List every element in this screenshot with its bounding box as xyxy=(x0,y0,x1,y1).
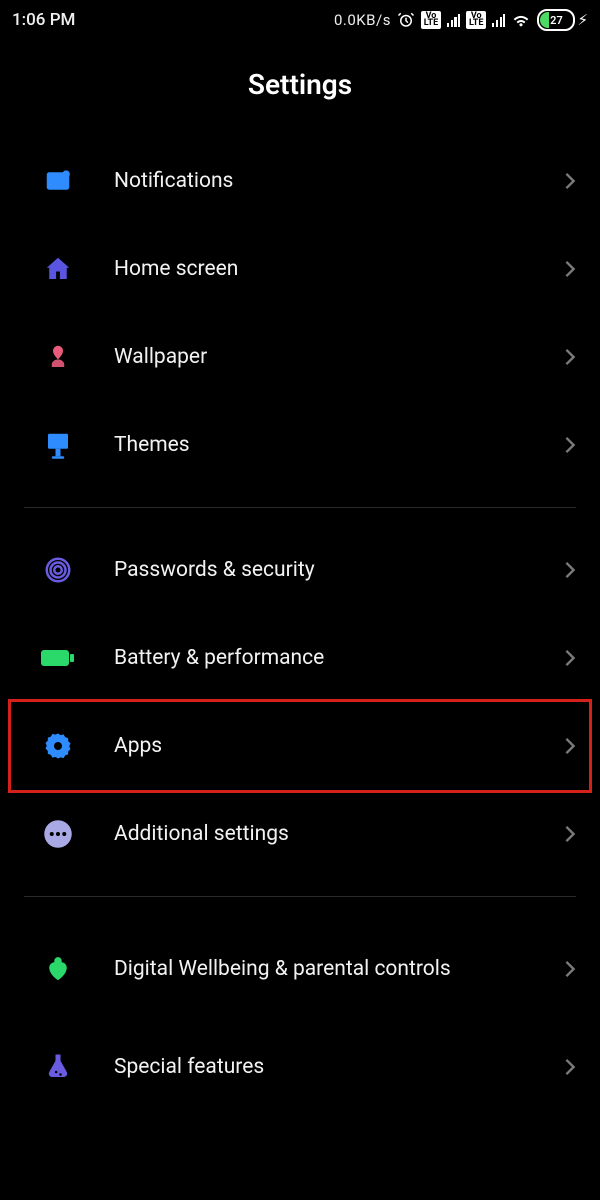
chevron-right-icon xyxy=(564,560,576,580)
settings-group: Digital Wellbeing & parental controls Sp… xyxy=(0,915,600,1111)
volte-icon-2: VoLTE xyxy=(466,11,486,29)
net-speed: 0.0KB/s xyxy=(334,11,391,29)
chevron-right-icon xyxy=(564,259,576,279)
settings-item-label: Themes xyxy=(76,432,564,458)
themes-icon xyxy=(40,427,76,463)
settings-item-label: Battery & performance xyxy=(76,645,564,671)
settings-item-label: Notifications xyxy=(76,168,564,194)
settings-item-special-features[interactable]: Special features xyxy=(0,1023,600,1111)
settings-group: Notifications Home screen Wallpaper Them… xyxy=(0,137,600,489)
settings-item-label: Home screen xyxy=(76,256,564,282)
status-bar: 1:06 PM 0.0KB/s VoLTE VoLTE 27 ⚡︎ xyxy=(0,0,600,40)
chevron-right-icon xyxy=(564,347,576,367)
chevron-right-icon xyxy=(564,171,576,191)
settings-item-additional-settings[interactable]: Additional settings xyxy=(0,790,600,878)
battery-percent: 27 xyxy=(539,14,573,27)
settings-item-label: Apps xyxy=(76,733,564,759)
signal-icon-1 xyxy=(447,13,460,27)
settings-item-label: Additional settings xyxy=(76,821,564,847)
heart-icon xyxy=(40,951,76,987)
charging-icon: ⚡︎ xyxy=(577,11,588,29)
more-icon xyxy=(40,816,76,852)
wallpaper-icon xyxy=(40,339,76,375)
settings-item-apps[interactable]: Apps xyxy=(0,702,600,790)
battery-icon xyxy=(40,640,76,676)
chevron-right-icon xyxy=(564,824,576,844)
clock: 1:06 PM xyxy=(12,10,75,30)
settings-item-label: Special features xyxy=(76,1054,564,1080)
chevron-right-icon xyxy=(564,435,576,455)
volte-icon-1: VoLTE xyxy=(421,11,441,29)
alarm-icon xyxy=(397,11,415,29)
settings-item-label: Passwords & security xyxy=(76,557,564,583)
settings-item-label: Digital Wellbeing & parental controls xyxy=(76,956,564,982)
settings-item-passwords-security[interactable]: Passwords & security xyxy=(0,526,600,614)
wifi-icon xyxy=(511,12,531,28)
chevron-right-icon xyxy=(564,736,576,756)
settings-item-wallpaper[interactable]: Wallpaper xyxy=(0,313,600,401)
settings-item-label: Wallpaper xyxy=(76,344,564,370)
notifications-icon xyxy=(40,163,76,199)
flask-icon xyxy=(40,1049,76,1085)
settings-item-themes[interactable]: Themes xyxy=(0,401,600,489)
settings-item-notifications[interactable]: Notifications xyxy=(0,137,600,225)
fingerprint-icon xyxy=(40,552,76,588)
status-right: 0.0KB/s VoLTE VoLTE 27 ⚡︎ xyxy=(334,9,588,31)
settings-item-battery-performance[interactable]: Battery & performance xyxy=(0,614,600,702)
chevron-right-icon xyxy=(564,1057,576,1077)
gear-icon xyxy=(40,728,76,764)
settings-group: Passwords & security Battery & performan… xyxy=(0,526,600,878)
signal-icon-2 xyxy=(492,13,505,27)
battery-indicator: 27 ⚡︎ xyxy=(537,9,588,31)
settings-item-home-screen[interactable]: Home screen xyxy=(0,225,600,313)
section-divider xyxy=(24,896,576,897)
settings-item-digital-wellbeing[interactable]: Digital Wellbeing & parental controls xyxy=(0,915,600,1023)
page-title: Settings xyxy=(0,40,600,137)
section-divider xyxy=(24,507,576,508)
home-icon xyxy=(40,251,76,287)
chevron-right-icon xyxy=(564,959,576,979)
chevron-right-icon xyxy=(564,648,576,668)
